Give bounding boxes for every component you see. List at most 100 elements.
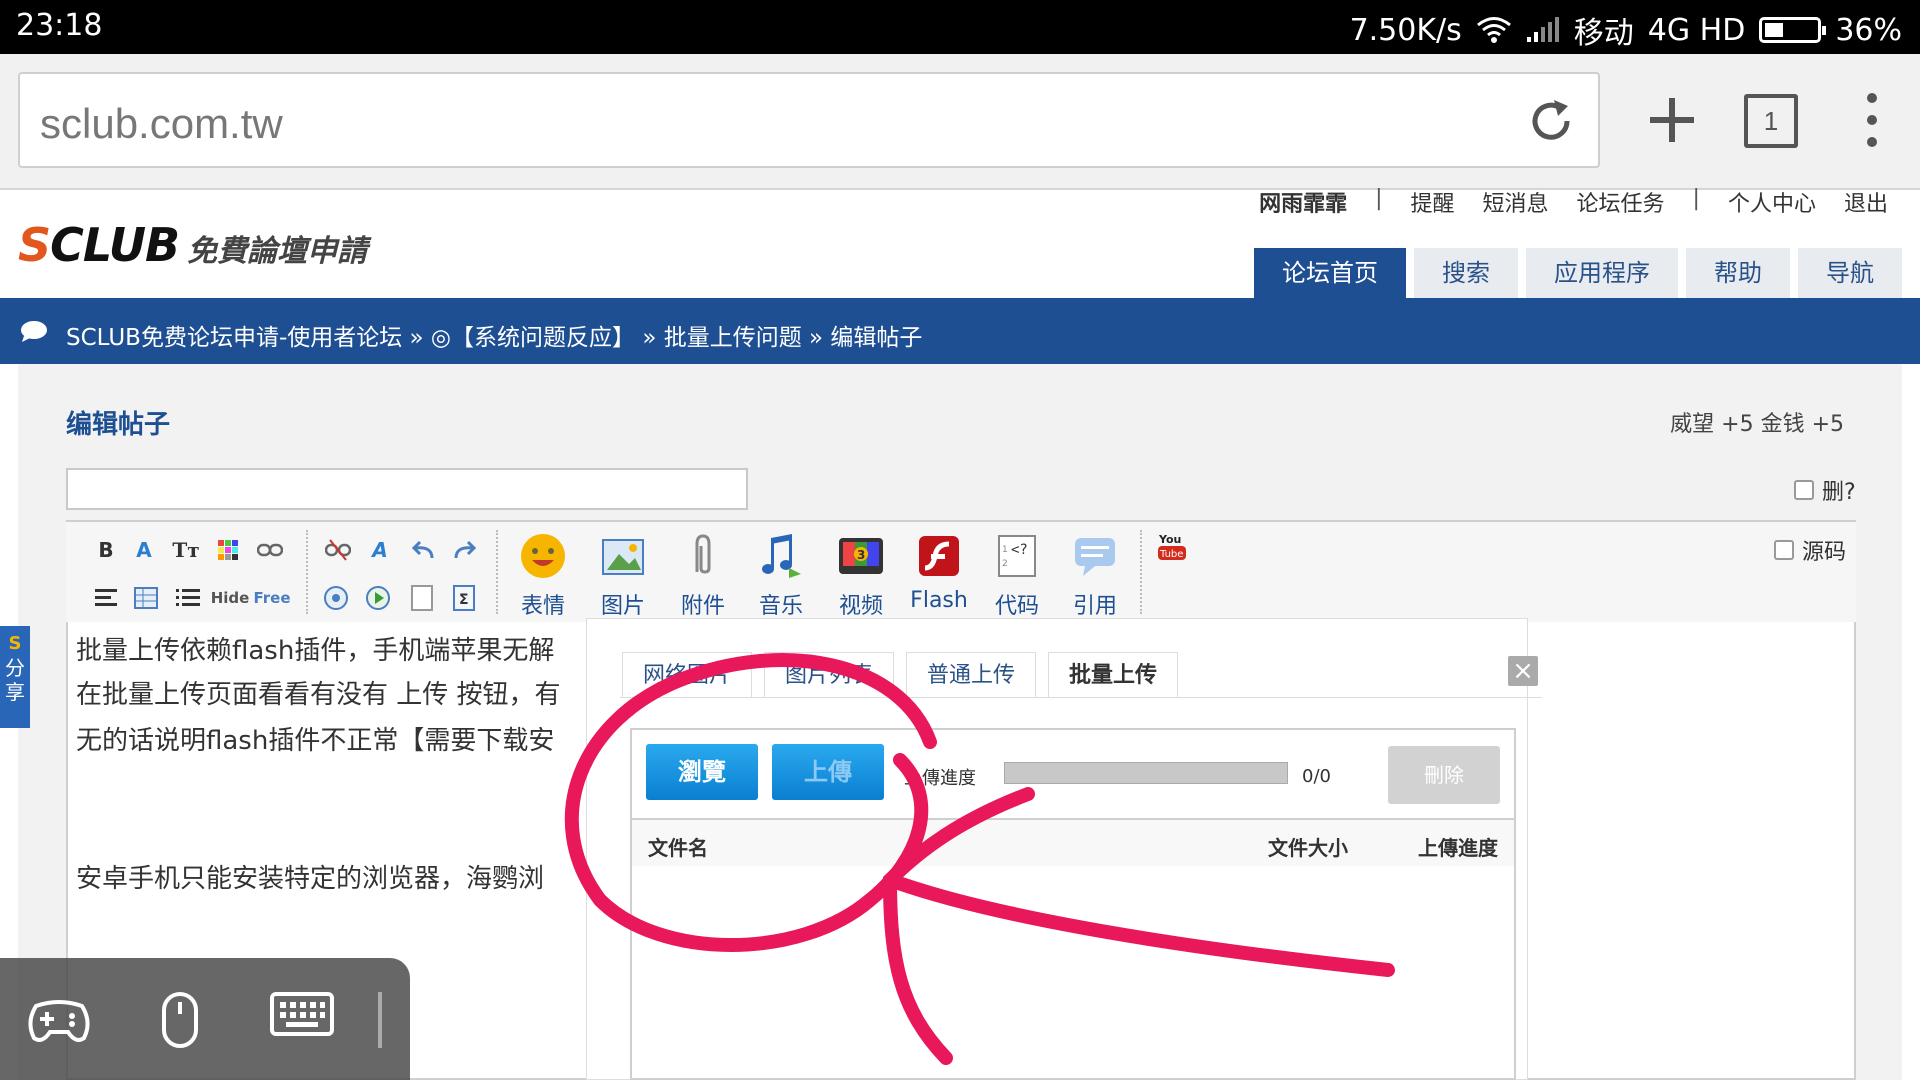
divider: | — [1692, 186, 1700, 211]
progress-label: 上傳進度 — [904, 768, 976, 789]
undo-icon[interactable] — [410, 536, 438, 564]
reminder-link[interactable]: 提醒 — [1411, 186, 1455, 218]
breadcrumb[interactable]: SCLUB免费论坛申请-使用者论坛 » ◎【系统问题反应】 » 批量上传问题 »… — [66, 318, 922, 352]
share-label-2: 享 — [5, 680, 25, 704]
flash-button[interactable]: Flash — [904, 532, 974, 613]
image-label: 图片 — [600, 594, 645, 619]
quote-button[interactable]: 引用 — [1060, 532, 1130, 620]
code-label: 代码 — [994, 594, 1039, 619]
flash-label: Flash — [910, 588, 968, 613]
emoji-label: 表情 — [520, 594, 565, 619]
tab-batch-upload[interactable]: 批量上传 — [1048, 652, 1179, 698]
checkbox-box[interactable] — [1774, 540, 1794, 560]
tab-switcher-button[interactable]: 1 — [1736, 84, 1808, 156]
table-icon[interactable] — [132, 584, 160, 612]
username-link[interactable]: 网雨霏霏 — [1259, 186, 1347, 218]
blank-page-icon[interactable] — [408, 584, 436, 612]
share-logo-icon: S — [8, 633, 22, 654]
source-checkbox[interactable]: 源码 — [1774, 534, 1846, 566]
logo-brand: SCLUB — [18, 218, 180, 272]
more-menu-icon[interactable] — [1836, 84, 1908, 156]
mouse-icon[interactable] — [160, 992, 200, 1048]
quote-bubble-icon — [1075, 538, 1115, 576]
unlink-icon[interactable] — [324, 536, 352, 564]
delete-button[interactable]: 刪除 — [1388, 746, 1500, 804]
column-filesize: 文件大小 — [1268, 836, 1348, 860]
attachment-button[interactable]: 附件 — [668, 532, 738, 620]
chat-bubble-icon — [21, 321, 47, 342]
font-size-icon[interactable]: Tт — [172, 536, 200, 564]
upload-button[interactable]: 上傳 — [772, 744, 884, 800]
site-logo[interactable]: SCLUB 免費論壇申請 — [18, 218, 367, 272]
battery-icon — [1759, 17, 1827, 43]
quote-label: 引用 — [1072, 594, 1117, 619]
logout-link[interactable]: 退出 — [1844, 186, 1888, 218]
profile-link[interactable]: 个人中心 — [1728, 186, 1816, 218]
share-label-1: 分 — [5, 656, 25, 680]
paperclip-icon — [695, 534, 711, 574]
music-label: 音乐 — [758, 594, 803, 619]
toolbar-separator — [306, 530, 309, 614]
smiley-icon — [521, 534, 565, 578]
nav-home[interactable]: 论坛首页 — [1254, 248, 1406, 298]
svg-text:1: 1 — [1002, 545, 1008, 555]
align-icon[interactable] — [92, 584, 120, 612]
redo-icon[interactable] — [450, 536, 478, 564]
reload-icon[interactable] — [1524, 94, 1578, 148]
tab-web-image[interactable]: 网络图片 — [622, 652, 753, 698]
logo-brand-initial: S — [18, 218, 51, 272]
keyboard-icon[interactable] — [270, 992, 334, 1036]
tab-normal-upload[interactable]: 普通上传 — [906, 652, 1037, 698]
page-title: 编辑帖子 — [66, 410, 171, 440]
checkbox-box[interactable] — [1794, 480, 1814, 500]
divider: | — [1375, 186, 1383, 211]
nav-apps[interactable]: 应用程序 — [1526, 248, 1678, 298]
formula-icon[interactable]: Σ — [450, 584, 478, 612]
youtube-icon[interactable]: You Tube — [1158, 532, 1186, 562]
editor-line: 安卓手机只能安装特定的浏览器，海鹦浏 — [76, 864, 545, 894]
link-icon[interactable] — [256, 536, 284, 564]
browser-toolbar: sclub.com.tw 1 — [0, 54, 1920, 190]
new-tab-icon[interactable] — [1636, 84, 1708, 156]
color-grid-icon[interactable] — [214, 536, 242, 564]
nav-guide[interactable]: 导航 — [1798, 248, 1902, 298]
share-tab[interactable]: S 分 享 — [0, 626, 30, 728]
free-icon[interactable]: Free — [253, 584, 290, 612]
svg-text:2: 2 — [1002, 559, 1008, 569]
insert-flash-icon[interactable] — [364, 584, 392, 612]
svg-text:3: 3 — [857, 548, 865, 562]
overlay-drag-handle[interactable] — [378, 992, 382, 1048]
font-color-icon[interactable]: A — [130, 536, 158, 564]
insert-media-icon[interactable] — [322, 584, 350, 612]
reward-points: 威望 +5 金钱 +5 — [1670, 412, 1844, 437]
editor-line: 批量上传依赖flash插件，手机端苹果无解 — [76, 636, 555, 666]
wifi-icon — [1476, 17, 1511, 43]
editor-line: 在批量上传页面看看有没有 上传 按钮，有 — [76, 680, 561, 710]
code-button[interactable]: <? 1 2 代码 — [982, 532, 1052, 620]
address-bar[interactable]: sclub.com.tw — [18, 72, 1600, 168]
clear-format-icon[interactable]: A — [366, 536, 394, 564]
gamepad-icon[interactable] — [26, 992, 92, 1048]
image-button[interactable]: 图片 — [588, 532, 658, 620]
nav-search[interactable]: 搜索 — [1414, 248, 1518, 298]
tab-image-list[interactable]: 图片列表 — [764, 652, 895, 698]
battery-percent: 36% — [1835, 12, 1902, 48]
music-note-icon — [762, 534, 801, 578]
close-icon[interactable]: × — [1508, 656, 1538, 686]
delete-checkbox-label: 删? — [1822, 480, 1856, 505]
column-progress: 上傳進度 — [1418, 836, 1498, 860]
emoji-button[interactable]: 表情 — [508, 532, 578, 620]
subject-input[interactable] — [66, 468, 748, 510]
tasks-link[interactable]: 论坛任务 — [1577, 186, 1665, 218]
video-button[interactable]: 3 视频 — [826, 532, 896, 620]
nav-help[interactable]: 帮助 — [1686, 248, 1790, 298]
music-button[interactable]: 音乐 — [746, 532, 816, 620]
hide-icon[interactable]: Hide — [211, 584, 250, 612]
messages-link[interactable]: 短消息 — [1483, 186, 1549, 218]
main-nav: 论坛首页 搜索 应用程序 帮助 导航 — [1254, 248, 1902, 298]
list-icon[interactable] — [174, 584, 202, 612]
bold-icon[interactable]: B — [92, 536, 120, 564]
delete-checkbox[interactable]: 删? — [1794, 474, 1856, 506]
browse-button[interactable]: 瀏覽 — [646, 744, 758, 800]
network-speed: 7.50K/s — [1349, 12, 1462, 48]
